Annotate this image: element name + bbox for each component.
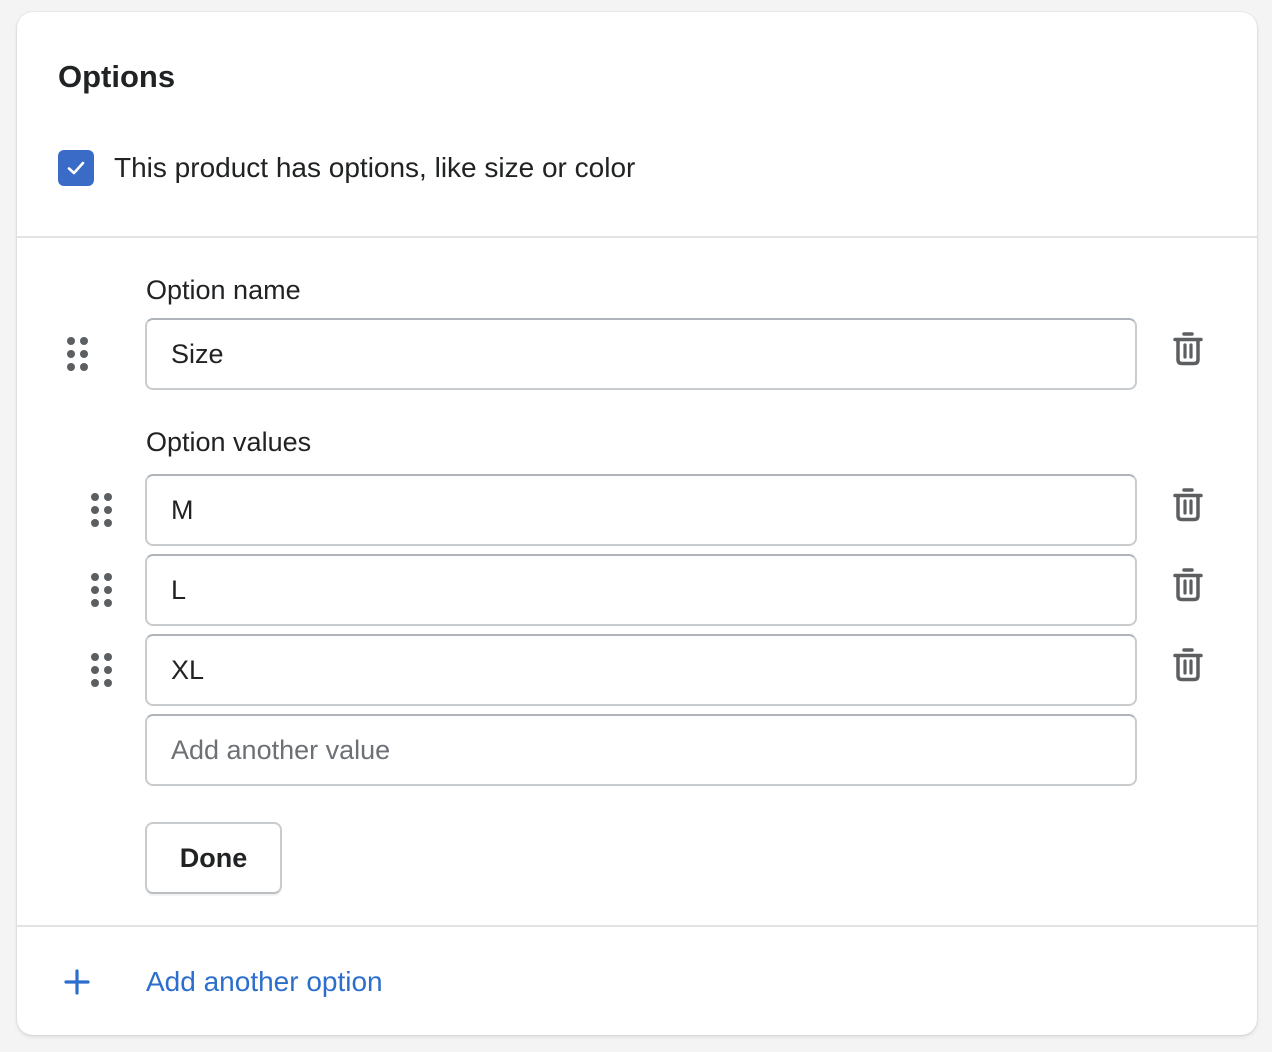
delete-value-trash-icon[interactable] [1173,568,1203,602]
drag-handle-icon[interactable] [89,570,117,610]
footer-divider [17,925,1257,927]
drag-handle-icon[interactable] [89,650,117,690]
add-another-value-input[interactable] [145,714,1137,786]
has-options-label: This product has options, like size or c… [114,152,636,183]
card-title: Options [58,59,176,94]
option-value-input[interactable] [145,554,1137,626]
option-name-input[interactable] [145,318,1137,390]
section-divider [17,236,1257,238]
options-card: Options This product has options, like s… [17,12,1257,1035]
has-options-checkbox-row[interactable]: This product has options, like size or c… [58,150,635,186]
drag-handle-icon[interactable] [89,490,117,530]
delete-option-trash-icon[interactable] [1173,332,1203,366]
drag-handle-icon[interactable] [65,334,93,374]
add-another-option-link[interactable]: Add another option [61,962,383,1002]
option-value-input[interactable] [145,474,1137,546]
checkmark-icon [67,161,85,175]
option-values-label: Option values [146,427,312,457]
option-name-label: Option name [146,275,301,305]
plus-icon [64,969,90,995]
has-options-checkbox[interactable] [58,150,94,186]
delete-value-trash-icon[interactable] [1173,488,1203,522]
add-another-option-label: Add another option [146,966,383,997]
option-value-input[interactable] [145,634,1137,706]
delete-value-trash-icon[interactable] [1173,648,1203,682]
done-button[interactable]: Done [145,822,282,894]
